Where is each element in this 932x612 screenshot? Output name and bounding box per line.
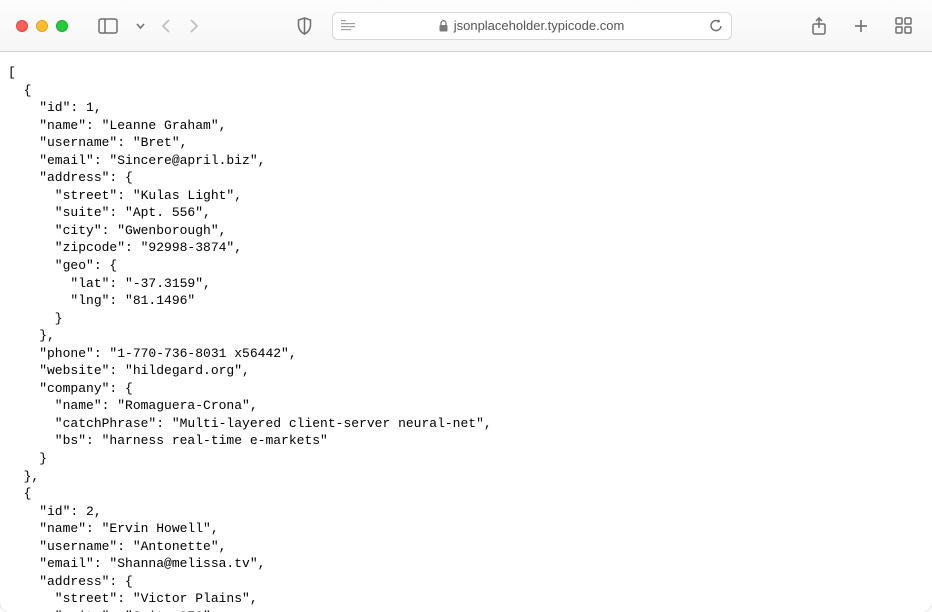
sidebar-icon (98, 18, 118, 34)
url-text: jsonplaceholder.typicode.com (454, 18, 625, 33)
tab-grid-icon (895, 17, 912, 34)
shield-icon (297, 17, 312, 35)
reload-button[interactable] (709, 18, 723, 33)
share-button[interactable] (807, 12, 831, 40)
privacy-report-button[interactable] (293, 13, 316, 39)
browser-toolbar: jsonplaceholder.typicode.com (0, 0, 932, 52)
reader-mode-icon (341, 20, 355, 32)
chevron-right-icon (189, 18, 199, 34)
json-response-body[interactable]: [ { "id": 1, "name": "Leanne Graham", "u… (0, 52, 932, 612)
back-button[interactable] (157, 14, 175, 38)
forward-button[interactable] (185, 14, 203, 38)
share-icon (811, 16, 827, 36)
tab-overview-button[interactable] (891, 13, 916, 38)
window-controls (16, 20, 68, 32)
minimize-window-button[interactable] (36, 20, 48, 32)
chevron-left-icon (161, 18, 171, 34)
toolbar-right-actions (807, 12, 916, 40)
chevron-down-icon (136, 23, 145, 29)
navigation-buttons (157, 14, 203, 38)
address-bar-container: jsonplaceholder.typicode.com (235, 12, 789, 40)
new-tab-button[interactable] (849, 14, 873, 38)
lock-icon (439, 20, 448, 32)
reload-icon (709, 18, 723, 33)
sidebar-dropdown-button[interactable] (132, 19, 149, 33)
close-window-button[interactable] (16, 20, 28, 32)
address-bar[interactable]: jsonplaceholder.typicode.com (332, 12, 732, 40)
sidebar-toggle-button[interactable] (94, 14, 122, 38)
maximize-window-button[interactable] (56, 20, 68, 32)
plus-icon (853, 18, 869, 34)
